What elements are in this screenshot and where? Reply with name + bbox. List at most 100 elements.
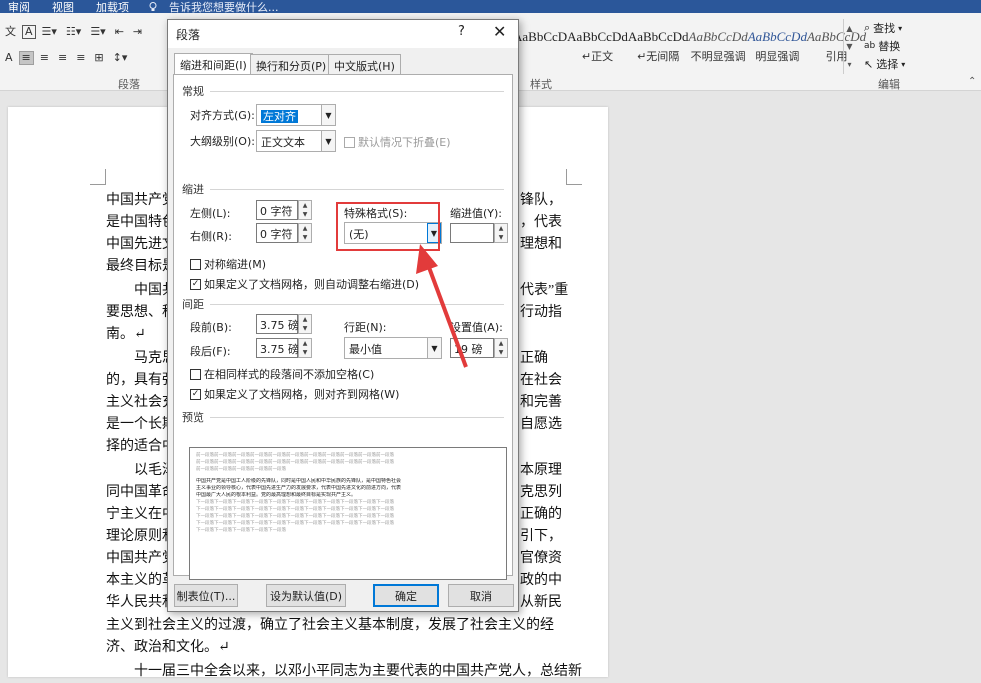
spacing-before-spinner[interactable]: ▲ ▼: [298, 314, 312, 334]
doc-line: 华人民共和: [106, 595, 176, 610]
line-spacing-select[interactable]: 最小值 ▼: [344, 337, 442, 359]
spacing-at-label: 设置值(A):: [450, 321, 503, 334]
paragraph-row-1: 文 A ☰▾ ☷▾ ☰▾ ⇤ ⇥: [2, 25, 145, 39]
increase-indent-icon[interactable]: ⇥: [130, 25, 145, 39]
tell-me-box[interactable]: 告诉我您想要做什么...: [149, 0, 293, 13]
doc-line: 同中国革命: [106, 485, 176, 500]
doc-fragment: 正确: [520, 351, 548, 366]
set-default-button[interactable]: 设为默认值(D): [266, 584, 346, 607]
preview-line: 下一段落下一段落下一段落下一段落下一段落下一段落下一段落下一段落下一段落下一段落…: [196, 507, 394, 512]
spacing-after-label: 段后(F):: [190, 345, 231, 358]
spacing-after-input[interactable]: 3.75 磅: [256, 338, 299, 358]
preview-line: 前一段落前一段落前一段落前一段落前一段落: [196, 467, 286, 472]
snap-to-grid-checkbox[interactable]: ✓ 如果定义了文档网格，则对齐到网格(W): [190, 386, 399, 402]
preview-line: 前一段落前一段落前一段落前一段落前一段落前一段落前一段落前一段落前一段落前一段落…: [196, 453, 394, 458]
spacing-after-spinner[interactable]: ▲ ▼: [298, 338, 312, 358]
align-center-icon[interactable]: ≡: [37, 51, 52, 65]
phonetic-icon[interactable]: 文: [2, 25, 19, 39]
more-styles-icon[interactable]: ▾: [847, 60, 851, 69]
distributed-icon[interactable]: ⊞: [91, 51, 106, 65]
doc-line: 的，具有强: [106, 373, 176, 388]
preview-line: 前一段落前一段落前一段落前一段落前一段落前一段落前一段落前一段落前一段落前一段落…: [196, 460, 394, 465]
mirror-indents-checkbox[interactable]: 对称缩进(M): [190, 256, 266, 272]
style-item-normal[interactable]: AaBbCcDd ↵正文: [567, 19, 628, 74]
chevron-down-icon: ▾: [901, 59, 906, 69]
outline-level-label: 大纲级别(O):: [190, 135, 255, 148]
preview-line: 下一段落下一段落下一段落下一段落下一段落下一段落下一段落下一段落下一段落下一段落…: [196, 521, 394, 526]
select-button[interactable]: ↖ 选择 ▾: [864, 55, 964, 73]
tab-view[interactable]: 视图: [52, 0, 74, 14]
indent-left-input[interactable]: 0 字符: [256, 200, 298, 220]
no-space-same-style-checkbox[interactable]: 在相同样式的段落间不添加空格(C): [190, 366, 374, 382]
tab-line-page-breaks[interactable]: 换行和分页(P): [250, 54, 333, 75]
paragraph-row-2: A ≡ ≡ ≡ ≡ ⊞ ↕▾: [2, 51, 130, 65]
preview-line: 下一段落下一段落下一段落下一段落下一段落下一段落下一段落下一段落下一段落下一段落…: [196, 514, 394, 519]
replace-icon: ab: [864, 41, 876, 51]
tab-addins[interactable]: 加载项: [96, 0, 129, 14]
style-item-no-spacing[interactable]: AaBbCcDd ↵无间隔: [628, 19, 689, 74]
doc-fragment: 引下，: [520, 529, 562, 544]
highlight-box: [336, 202, 440, 251]
section-indentation: 缩进: [182, 181, 504, 197]
dialog-titlebar[interactable]: 段落 ? ✕: [168, 20, 518, 48]
numbering-icon[interactable]: ☷▾: [63, 25, 84, 39]
close-icon[interactable]: ✕: [493, 22, 506, 41]
auto-adjust-right-indent-checkbox[interactable]: ✓ 如果定义了文档网格，则自动调整右缩进(D): [190, 276, 419, 292]
help-icon[interactable]: ?: [458, 24, 465, 39]
indent-left-spinner[interactable]: ▲ ▼: [298, 200, 312, 220]
doc-line: 是一个长期: [106, 417, 176, 432]
spacing-before-input[interactable]: 3.75 磅: [256, 314, 299, 334]
alignment-select[interactable]: 左对齐 ▼: [256, 104, 336, 126]
styles-scroll[interactable]: ▲ ▼ ▾: [843, 19, 855, 74]
chevron-down-icon[interactable]: ▼: [846, 42, 852, 51]
doc-line: 最终目标是: [106, 259, 176, 274]
spacing-at-spinner[interactable]: ▲ ▼: [494, 338, 508, 358]
decrease-indent-icon[interactable]: ⇤: [112, 25, 127, 39]
tab-indents-spacing[interactable]: 缩进和间距(I): [174, 53, 253, 75]
doc-fragment: 政的中: [520, 573, 562, 588]
tab-asian-typography[interactable]: 中文版式(H): [328, 54, 401, 75]
line-spacing-icon[interactable]: ↕▾: [110, 51, 131, 65]
doc-fragment: 行动指: [520, 305, 562, 320]
char-shading-icon[interactable]: A: [2, 51, 16, 65]
style-item[interactable]: AaBbCcD: [513, 19, 567, 74]
align-left-icon[interactable]: ≡: [18, 51, 34, 65]
cancel-button[interactable]: 取消: [448, 584, 514, 607]
chevron-down-icon: ▾: [898, 23, 903, 33]
char-border-icon[interactable]: A: [22, 25, 36, 39]
preview-line: 主义事业的领导核心，代表中国先进生产力的发展要求，代表中国先进文化的前进方向，代…: [196, 485, 402, 491]
justify-icon[interactable]: ≡: [73, 51, 88, 65]
collapse-default-checkbox[interactable]: 默认情况下折叠(E): [344, 134, 451, 150]
doc-line: 南。↵: [106, 327, 146, 342]
indent-right-spinner[interactable]: ▲ ▼: [298, 223, 312, 243]
style-item-quote[interactable]: AaBbCcDd 引用: [807, 19, 866, 74]
doc-fragment: 代表”重: [520, 283, 569, 298]
multilevel-icon[interactable]: ☰▾: [87, 25, 108, 39]
ok-button[interactable]: 确定: [373, 584, 439, 607]
doc-line: 理论原则和: [106, 529, 176, 544]
replace-button[interactable]: ab 替换: [864, 37, 964, 55]
indent-right-input[interactable]: 0 字符: [256, 223, 298, 243]
doc-line: 中国先进文: [106, 237, 176, 252]
chevron-down-icon: ▼: [321, 131, 335, 151]
find-button[interactable]: ⌕ 查找 ▾: [864, 19, 964, 37]
doc-line: 是中国特色: [106, 215, 176, 230]
indent-by-spinner[interactable]: ▲ ▼: [494, 223, 508, 243]
doc-fragment: 克思列: [520, 485, 562, 500]
tabs-button[interactable]: 制表位(T)...: [174, 584, 238, 607]
tab-review[interactable]: 审阅: [8, 0, 30, 14]
section-spacing: 间距: [182, 296, 504, 312]
chevron-up-icon[interactable]: ▲: [846, 24, 852, 33]
style-item-subtle-emphasis[interactable]: AaBbCcDd 不明显强调: [689, 19, 748, 74]
outline-level-select[interactable]: 正文文本 ▼: [256, 130, 336, 152]
style-item-intense-emphasis[interactable]: AaBbCcDd 明显强调: [748, 19, 807, 74]
collapse-ribbon-icon[interactable]: ⌃: [968, 76, 976, 87]
indent-by-input[interactable]: [450, 223, 494, 243]
indent-right-label: 右侧(R):: [190, 230, 232, 243]
dialog-title: 段落: [176, 28, 201, 42]
bullets-icon[interactable]: ☰▾: [39, 25, 60, 39]
spacing-at-input[interactable]: 19 磅: [450, 338, 494, 358]
tell-me-text: 告诉我您想要做什么...: [169, 0, 279, 14]
align-right-icon[interactable]: ≡: [55, 51, 70, 65]
alignment-label: 对齐方式(G):: [190, 109, 255, 122]
